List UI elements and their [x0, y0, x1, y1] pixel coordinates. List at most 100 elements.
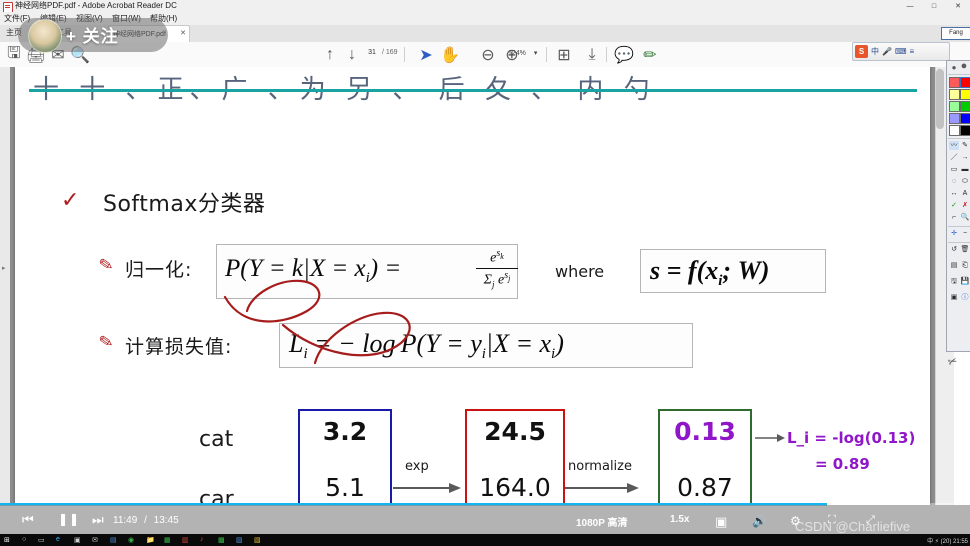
add-tool-icon[interactable]: ✛: [949, 229, 959, 238]
line-tool-icon[interactable]: ／: [949, 153, 959, 162]
zoom-level-selector[interactable]: 124% ▾: [508, 49, 537, 57]
resize-tool-icon[interactable]: ↔: [949, 189, 959, 198]
expand-nav-icon[interactable]: ▸: [2, 264, 6, 272]
ime-more-icon[interactable]: ≡: [910, 47, 915, 56]
document-viewport[interactable]: 十 十 、正、广 、为 另 、 后 夂 、 内 勺 ✓ Softmax分类器 ✎…: [10, 67, 935, 505]
page-fit-icon[interactable]: ⊞: [556, 47, 572, 64]
arrow-tool-icon[interactable]: →: [960, 153, 970, 162]
page-indicator[interactable]: 31 / 169: [364, 49, 398, 56]
pen-tool-icon[interactable]: ✎: [960, 141, 970, 150]
swatch-yellow[interactable]: [960, 89, 970, 100]
filled-rect-tool-icon[interactable]: ▬: [960, 165, 970, 174]
swatch-light-blue[interactable]: [949, 113, 960, 124]
app-icon-4[interactable]: ▥: [182, 536, 191, 545]
maximize-button[interactable]: □: [922, 0, 946, 12]
cortana-icon[interactable]: ○: [22, 536, 31, 545]
pause-button[interactable]: ❚❚: [58, 513, 80, 526]
vertical-scrollbar[interactable]: [936, 69, 944, 129]
close-button[interactable]: ✕: [946, 0, 970, 12]
crop-tool-icon[interactable]: ⌐: [949, 213, 959, 222]
fang-tooltip: Fang: [941, 27, 970, 40]
previous-button[interactable]: ⏮: [22, 513, 34, 526]
edge-icon[interactable]: e: [56, 536, 65, 545]
page-up-icon[interactable]: ↑: [322, 46, 338, 63]
swatch-black[interactable]: [960, 125, 970, 136]
app-icon-3[interactable]: ▦: [164, 536, 173, 545]
arrow-normalize-icon: [565, 483, 639, 493]
toolbar-divider-3: [606, 47, 607, 62]
swatch-green[interactable]: [960, 101, 970, 112]
app-icon-1[interactable]: ▤: [110, 536, 119, 545]
magnify-tool-icon[interactable]: 🔍: [960, 213, 970, 222]
palette-dot-large-icon[interactable]: ●: [959, 61, 969, 72]
swatch-light-red[interactable]: [949, 77, 960, 88]
scroll-mode-icon[interactable]: ⤓: [584, 46, 600, 63]
swatch-light-yellow[interactable]: [949, 89, 960, 100]
subtitle-icon[interactable]: ▣: [715, 514, 727, 530]
sogou-ime-bar[interactable]: S 中 🎤 ⌨ ≡: [852, 42, 950, 61]
cross-tool-icon[interactable]: ✗: [960, 201, 970, 210]
select-tool-icon[interactable]: ➤: [418, 47, 434, 64]
tab-close-icon[interactable]: ✕: [180, 29, 186, 37]
text-tool-icon[interactable]: A: [960, 189, 970, 198]
swatch-blue[interactable]: [960, 113, 970, 124]
start-button-icon[interactable]: ⊞: [4, 536, 13, 545]
new-page-icon[interactable]: ▤: [949, 261, 959, 270]
highlight-icon[interactable]: ✏: [642, 47, 658, 64]
annotation-palette[interactable]: ● ● 〰 ✎ ／ → ▭ ▬ ◌ ⬭ ↔ A ✓ ✗ ⌐ 🔍 ✛ − ↺ 🗑 …: [946, 60, 970, 352]
fraction-numerator: esk: [490, 248, 504, 266]
filled-ellipse-tool-icon[interactable]: ⬭: [960, 177, 970, 186]
app-icon-8[interactable]: ▧: [254, 536, 263, 545]
fraction-bar: [476, 267, 518, 269]
probabilities-column-box: 0.13 0.87 0.00: [658, 409, 752, 505]
info-icon[interactable]: ⓘ: [960, 293, 970, 302]
freehand-tool-icon[interactable]: 〰: [949, 141, 959, 150]
check-tool-icon[interactable]: ✓: [949, 201, 959, 210]
ime-mode-label[interactable]: 中: [871, 46, 879, 57]
rectangle-tool-icon[interactable]: ▭: [949, 165, 959, 174]
remove-tool-icon[interactable]: −: [960, 229, 970, 238]
where-label: where: [555, 262, 605, 281]
save-icon[interactable]: 🖫: [6, 45, 22, 63]
app-icon-2[interactable]: ◉: [128, 536, 137, 545]
palette-dot-small-icon[interactable]: ●: [949, 63, 959, 72]
volume-icon[interactable]: 🔊: [752, 514, 767, 528]
copy-icon[interactable]: ⎗: [960, 261, 970, 270]
trash-tool-icon[interactable]: 🗑: [960, 245, 970, 254]
page-current-input[interactable]: 31: [364, 49, 380, 56]
zoom-out-icon[interactable]: ⊖: [480, 47, 496, 64]
page-down-icon[interactable]: ↓: [344, 46, 360, 63]
follow-button[interactable]: + 关注: [66, 22, 119, 47]
exp-cat: 24.5: [484, 417, 546, 446]
hand-tool-icon[interactable]: ✋: [440, 47, 460, 64]
ime-keyboard-icon[interactable]: ⌨: [895, 47, 907, 56]
chevron-down-icon[interactable]: ▾: [534, 50, 538, 57]
save-palette-icon[interactable]: 🖫: [949, 277, 959, 286]
formula-normalize-fraction: esk Σj esj: [472, 248, 522, 289]
window-icon[interactable]: ▣: [949, 293, 959, 302]
speed-button[interactable]: 1.5x: [670, 514, 689, 525]
mail-icon[interactable]: ✉: [92, 536, 101, 545]
swatch-light-green[interactable]: [949, 101, 960, 112]
comment-icon[interactable]: 💬: [614, 47, 634, 64]
ime-voice-icon[interactable]: 🎤: [882, 47, 892, 56]
clipped-header-text: 十 十 、正、广 、为 另 、 后 夂 、 内 勺: [33, 75, 656, 105]
undo-tool-icon[interactable]: ↺: [949, 245, 959, 254]
toolbar-divider-1: [404, 47, 405, 62]
ellipse-tool-icon[interactable]: ◌: [949, 177, 959, 186]
system-tray[interactable]: 中 ⚡ (20) 21:55: [927, 536, 968, 545]
next-button[interactable]: ⏭: [92, 513, 104, 526]
folder-icon[interactable]: 📁: [146, 536, 155, 545]
app-icon-7[interactable]: ▨: [236, 536, 245, 545]
fraction-denominator: Σj esj: [483, 269, 511, 290]
quality-button[interactable]: 1080P 高清: [576, 514, 628, 529]
app-icon-5[interactable]: ♪: [200, 536, 209, 545]
task-view-icon[interactable]: ▭: [38, 536, 47, 545]
page-total-label: / 169: [381, 49, 398, 56]
app-icon-6[interactable]: ▩: [218, 536, 227, 545]
swatch-red[interactable]: [960, 77, 970, 88]
explorer-icon[interactable]: ▣: [74, 536, 83, 545]
swatch-white[interactable]: [949, 125, 960, 136]
minimize-button[interactable]: —: [898, 0, 922, 12]
export-icon[interactable]: 💾: [960, 277, 970, 286]
